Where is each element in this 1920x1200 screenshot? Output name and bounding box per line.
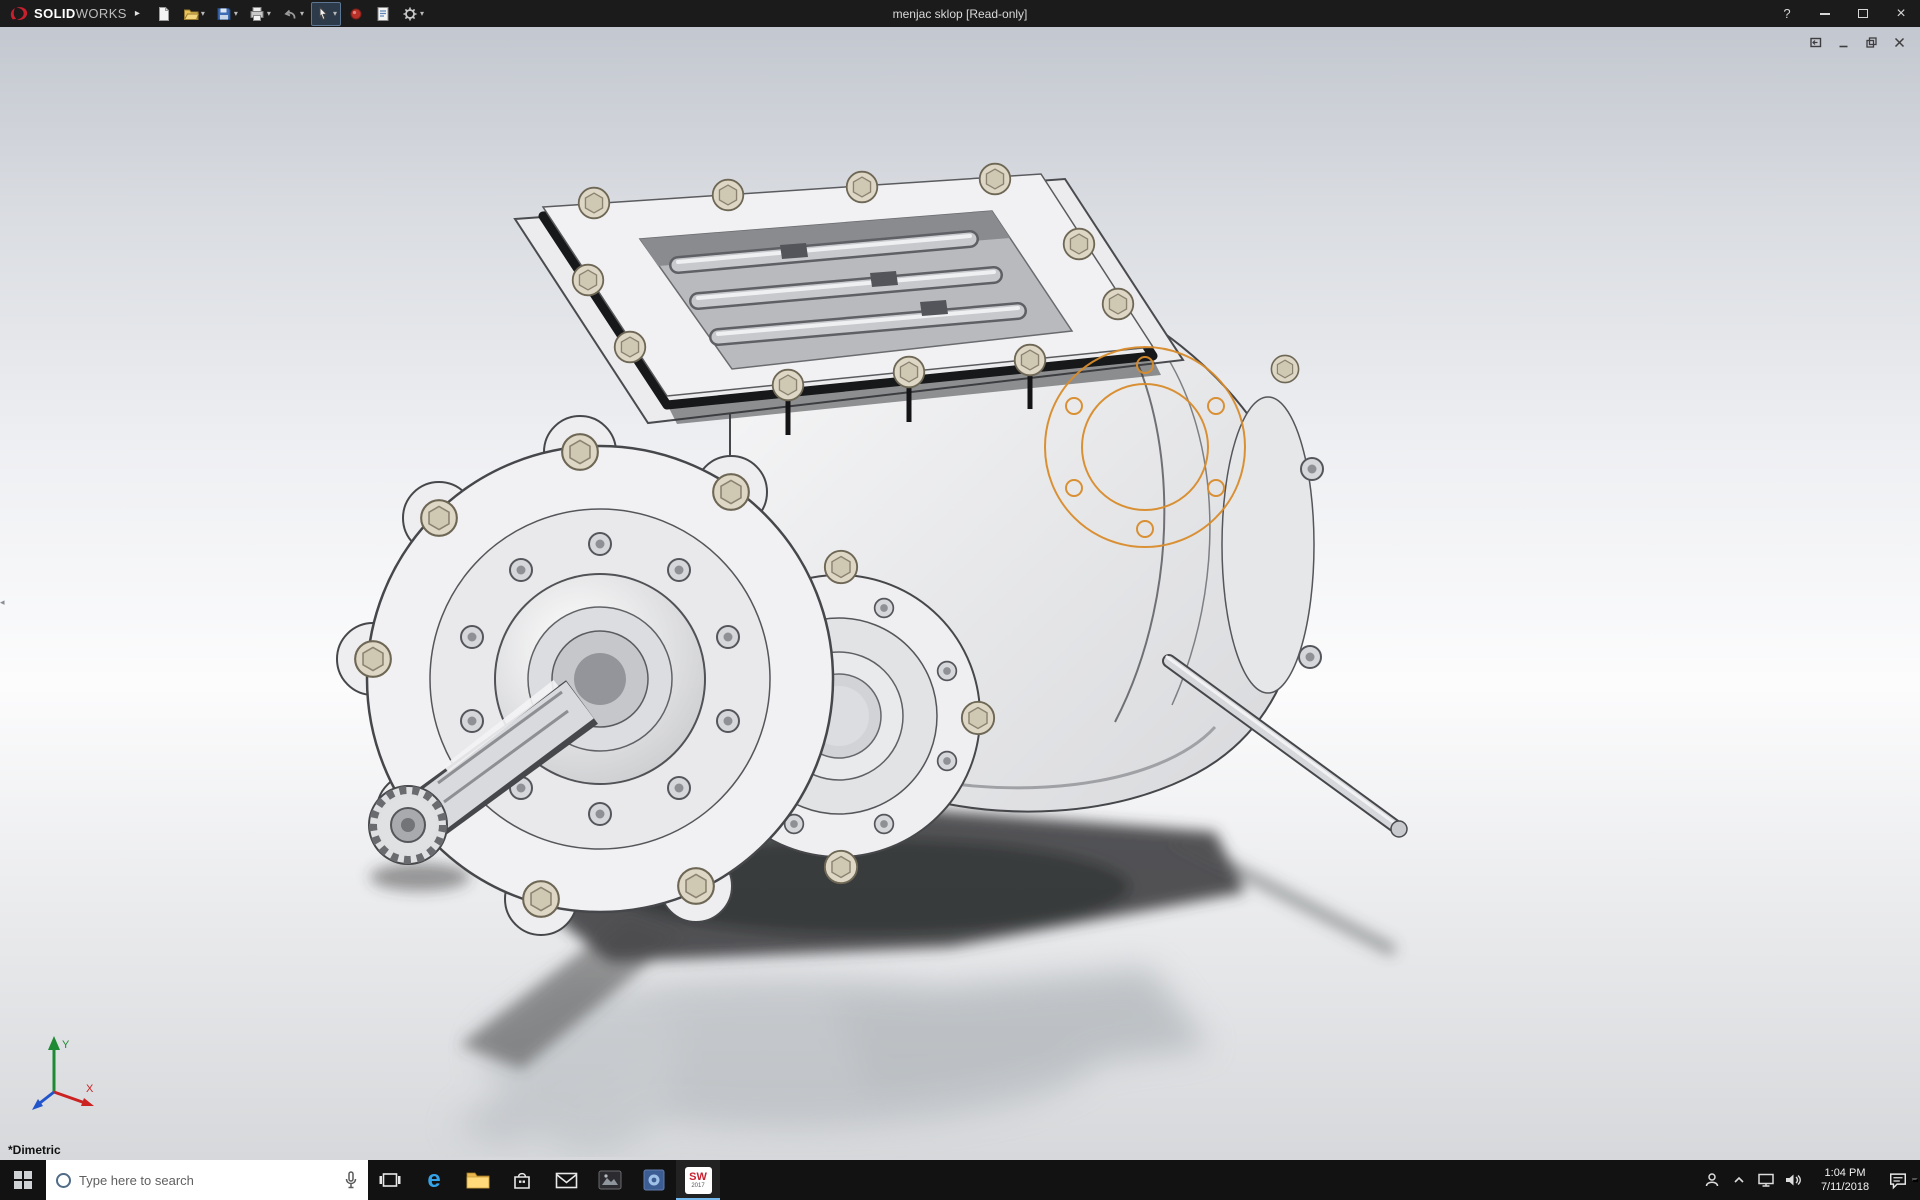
movies-tv-button[interactable] xyxy=(588,1160,632,1200)
select-tool-button[interactable]: ▾ xyxy=(310,1,341,26)
file-properties-icon xyxy=(377,6,389,21)
start-button[interactable] xyxy=(0,1160,46,1200)
network-icon xyxy=(1757,1173,1774,1187)
dropdown-caret-icon[interactable]: ▾ xyxy=(333,9,337,18)
y-axis-label: Y xyxy=(62,1039,70,1051)
orientation-triad: Y X xyxy=(32,1036,94,1110)
clock-time: 1:04 PM xyxy=(1824,1166,1866,1179)
brand-works: WORKS xyxy=(75,6,127,21)
spline-coupling xyxy=(368,785,448,865)
new-document-button[interactable] xyxy=(152,2,176,26)
save-button[interactable]: ▾ xyxy=(212,2,242,26)
doc-restore-icon xyxy=(1866,36,1877,48)
solidworks-app-icon: SW 2017 xyxy=(684,1166,712,1194)
people-tray-button[interactable] xyxy=(1699,1160,1724,1200)
people-icon xyxy=(1705,1173,1718,1187)
windows-logo-icon xyxy=(14,1171,32,1189)
x-axis-label: X xyxy=(86,1083,94,1095)
select-cursor-icon xyxy=(319,5,328,20)
maximize-button[interactable] xyxy=(1844,0,1882,27)
dropdown-caret-icon[interactable]: ▾ xyxy=(201,9,205,18)
volume-icon xyxy=(1786,1174,1801,1186)
maximize-icon xyxy=(1858,9,1868,18)
y-axis-arrow xyxy=(48,1036,60,1050)
tray-overflow-button[interactable] xyxy=(1726,1160,1751,1200)
action-center-icon xyxy=(1889,1172,1906,1190)
print-button[interactable]: ▾ xyxy=(245,2,275,26)
dropdown-caret-icon[interactable]: ▾ xyxy=(234,9,238,18)
minimize-icon xyxy=(1820,12,1830,15)
close-button[interactable]: × xyxy=(1882,0,1920,27)
cortana-icon xyxy=(56,1172,71,1188)
doc-float-icon xyxy=(1810,37,1822,47)
options-button[interactable]: ▾ xyxy=(398,2,428,26)
task-view-icon xyxy=(379,1173,401,1187)
graphics-area[interactable]: ◂ Y X *Dimetric xyxy=(0,27,1920,1160)
store-icon xyxy=(514,1172,530,1189)
chevron-up-icon xyxy=(1733,1176,1744,1183)
windows-taskbar: e xyxy=(0,1160,1920,1200)
dropdown-caret-icon[interactable]: ▾ xyxy=(420,9,424,18)
brand-text: SOLIDWORKS xyxy=(34,6,127,21)
photos-button[interactable] xyxy=(632,1160,676,1200)
doc-restore-button[interactable] xyxy=(1865,35,1880,49)
help-button[interactable]: ? xyxy=(1768,0,1806,27)
mail-button[interactable] xyxy=(544,1160,588,1200)
quick-access-toolbar: ▾ ▾ ▾ ▾ ▾ ▾ xyxy=(152,1,428,26)
rebuild-icon xyxy=(350,8,362,19)
x-axis-arrow xyxy=(81,1098,94,1106)
file-properties-button[interactable] xyxy=(371,2,395,26)
taskbar-spacer xyxy=(720,1160,1699,1200)
volume-tray-button[interactable] xyxy=(1780,1160,1805,1200)
clock-date: 7/11/2018 xyxy=(1820,1181,1870,1193)
doc-minimize-icon xyxy=(1839,45,1848,47)
doc-close-icon xyxy=(1894,37,1905,47)
brand-solid: SOLID xyxy=(34,6,76,21)
panel-collapse-arrow[interactable]: ◂ xyxy=(0,589,11,615)
system-tray: 1:04 PM 7/11/2018 xyxy=(1699,1160,1920,1200)
edge-icon: e xyxy=(427,1166,441,1193)
solidworks-logo: SOLIDWORKS xyxy=(8,5,127,23)
taskbar-clock[interactable]: 1:04 PM 7/11/2018 xyxy=(1807,1166,1883,1195)
save-floppy-icon xyxy=(217,7,231,20)
minimize-button[interactable] xyxy=(1806,0,1844,27)
action-center-button[interactable] xyxy=(1885,1160,1910,1200)
doc-minimize-button[interactable] xyxy=(1837,35,1852,49)
task-view-button[interactable] xyxy=(368,1160,412,1200)
titlebar: SOLIDWORKS ▸ ▾ ▾ ▾ ▾ ▾ ▾ menjac sklop [R… xyxy=(0,0,1920,27)
new-document-icon xyxy=(158,6,169,21)
file-explorer-button[interactable] xyxy=(456,1160,500,1200)
dropdown-caret-icon[interactable]: ▾ xyxy=(267,9,271,18)
gear-icon xyxy=(403,7,417,20)
search-input[interactable] xyxy=(79,1172,336,1188)
undo-icon xyxy=(284,9,296,19)
edge-button[interactable]: e xyxy=(412,1160,456,1200)
file-explorer-icon xyxy=(466,1172,490,1189)
gearbox-3d-model[interactable] xyxy=(310,117,1410,1157)
view-orientation-label: *Dimetric xyxy=(8,1143,61,1157)
photos-icon xyxy=(643,1169,665,1191)
taskbar-search[interactable] xyxy=(46,1160,368,1200)
doc-float-button[interactable] xyxy=(1809,35,1824,49)
open-folder-icon xyxy=(183,9,199,20)
rebuild-button[interactable] xyxy=(344,2,368,26)
print-icon xyxy=(250,6,264,21)
microphone-icon[interactable] xyxy=(344,1171,358,1189)
network-tray-button[interactable] xyxy=(1753,1160,1778,1200)
show-desktop-button[interactable] xyxy=(1912,1178,1918,1182)
document-title: menjac sklop [Read-only] xyxy=(892,6,1028,21)
dropdown-caret-icon[interactable]: ▾ xyxy=(300,9,304,18)
solidworks-taskbar-button[interactable]: SW 2017 xyxy=(676,1160,720,1200)
dassault-systemes-logo-icon xyxy=(10,6,28,20)
menu-expand-arrow[interactable]: ▸ xyxy=(135,8,140,19)
store-button[interactable] xyxy=(500,1160,544,1200)
undo-button[interactable]: ▾ xyxy=(278,2,308,26)
movies-tv-icon xyxy=(598,1170,622,1190)
solidworks-window: SOLIDWORKS ▸ ▾ ▾ ▾ ▾ ▾ ▾ menjac sklop [R… xyxy=(0,0,1920,1200)
open-button[interactable]: ▾ xyxy=(179,2,209,26)
doc-close-button[interactable] xyxy=(1893,35,1908,49)
window-controls: ? × xyxy=(1768,0,1920,27)
document-window-controls xyxy=(1809,35,1908,49)
mail-icon xyxy=(555,1172,577,1188)
